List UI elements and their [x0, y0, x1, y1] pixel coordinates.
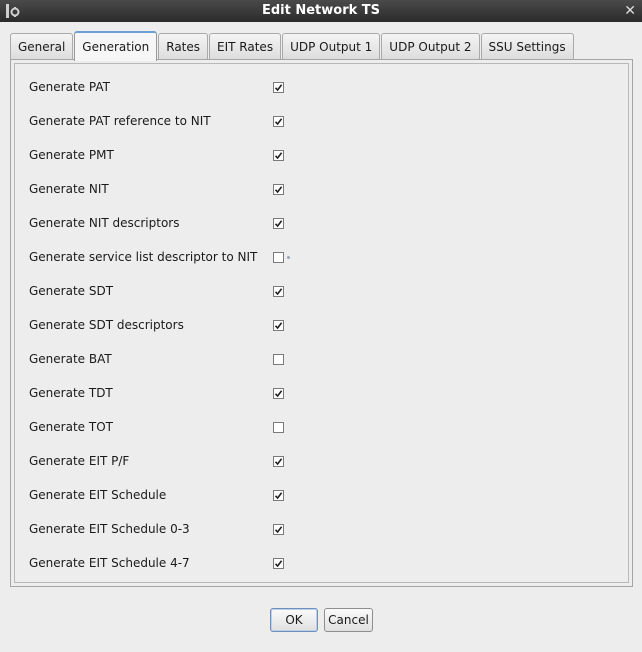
option-row: Generate SDT [29, 282, 329, 302]
option-checkbox[interactable] [273, 82, 284, 93]
checkmark-icon [274, 152, 283, 160]
option-label: Generate PMT [29, 148, 114, 162]
option-row: Generate service list descriptor to NIT [29, 248, 329, 268]
checkmark-icon [274, 288, 283, 296]
option-label: Generate EIT Schedule 0-3 [29, 522, 190, 536]
checkmark-icon [274, 526, 283, 534]
option-row: Generate PAT reference to NIT [29, 112, 329, 132]
checkmark-icon [274, 84, 283, 92]
option-row: Generate EIT P/F [29, 452, 329, 472]
checkmark-icon [274, 458, 283, 466]
option-label: Generate SDT descriptors [29, 318, 184, 332]
window-titlebar: Edit Network TS ✕ [0, 0, 642, 22]
option-row: Generate NIT [29, 180, 329, 200]
option-row: Generate PMT [29, 146, 329, 166]
option-row: Generate EIT Schedule 4-7 [29, 554, 329, 574]
option-label: Generate TOT [29, 420, 113, 434]
window-title: Edit Network TS [261, 3, 381, 18]
ok-button[interactable]: OK [270, 608, 318, 632]
option-label: Generate NIT descriptors [29, 216, 180, 230]
option-checkbox[interactable] [273, 388, 284, 399]
option-checkbox[interactable] [273, 456, 284, 467]
option-label: Generate BAT [29, 352, 112, 366]
option-label: Generate NIT [29, 182, 109, 196]
checkmark-icon [274, 186, 283, 194]
tab-rates[interactable]: Rates [158, 33, 209, 60]
option-checkbox[interactable] [273, 524, 284, 535]
checkmark-icon [274, 118, 283, 126]
option-label: Generate PAT reference to NIT [29, 114, 211, 128]
options-group: Generate PAT Generate PAT reference to NI… [14, 63, 629, 583]
cancel-button[interactable]: Cancel [324, 608, 373, 632]
option-checkbox[interactable] [273, 286, 284, 297]
option-checkbox[interactable] [273, 116, 284, 127]
close-icon[interactable]: ✕ [624, 0, 636, 22]
tab-udp-output-1[interactable]: UDP Output 1 [282, 33, 381, 60]
option-row: Generate NIT descriptors [29, 214, 329, 234]
tab-eit-rates[interactable]: EIT Rates [209, 33, 282, 60]
option-row: Generate PAT [29, 78, 329, 98]
option-label: Generate EIT Schedule 4-7 [29, 556, 190, 570]
option-checkbox[interactable] [273, 320, 284, 331]
option-label: Generate service list descriptor to NIT [29, 250, 258, 264]
option-checkbox[interactable] [273, 490, 284, 501]
focus-indicator [287, 256, 290, 259]
option-checkbox[interactable] [273, 422, 284, 433]
tab-generation[interactable]: Generation [74, 31, 158, 61]
option-row: Generate TOT [29, 418, 329, 438]
option-label: Generate PAT [29, 80, 110, 94]
checkmark-icon [274, 390, 283, 398]
checkmark-icon [274, 560, 283, 568]
option-checkbox[interactable] [273, 218, 284, 229]
option-row: Generate BAT [29, 350, 329, 370]
option-row: Generate EIT Schedule [29, 486, 329, 506]
option-row: Generate SDT descriptors [29, 316, 329, 336]
generation-panel: Generate PAT Generate PAT reference to NI… [10, 59, 633, 587]
checkmark-icon [274, 220, 283, 228]
checkmark-icon [274, 322, 283, 330]
option-checkbox[interactable] [273, 184, 284, 195]
option-row: Generate EIT Schedule 0-3 [29, 520, 329, 540]
checkmark-icon [274, 492, 283, 500]
option-label: Generate EIT Schedule [29, 488, 167, 502]
option-label: Generate EIT P/F [29, 454, 130, 468]
tab-bar: General Generation Rates EIT Rates UDP Outpu… [10, 31, 575, 61]
option-checkbox[interactable] [273, 354, 284, 365]
option-checkbox[interactable] [273, 252, 284, 263]
option-row: Generate TDT [29, 384, 329, 404]
option-checkbox[interactable] [273, 150, 284, 161]
option-checkbox[interactable] [273, 558, 284, 569]
tab-ssu-settings[interactable]: SSU Settings [480, 33, 574, 60]
option-label: Generate TDT [29, 386, 113, 400]
option-label: Generate SDT [29, 284, 114, 298]
tab-udp-output-2[interactable]: UDP Output 2 [381, 33, 480, 60]
tab-general[interactable]: General [10, 33, 74, 60]
